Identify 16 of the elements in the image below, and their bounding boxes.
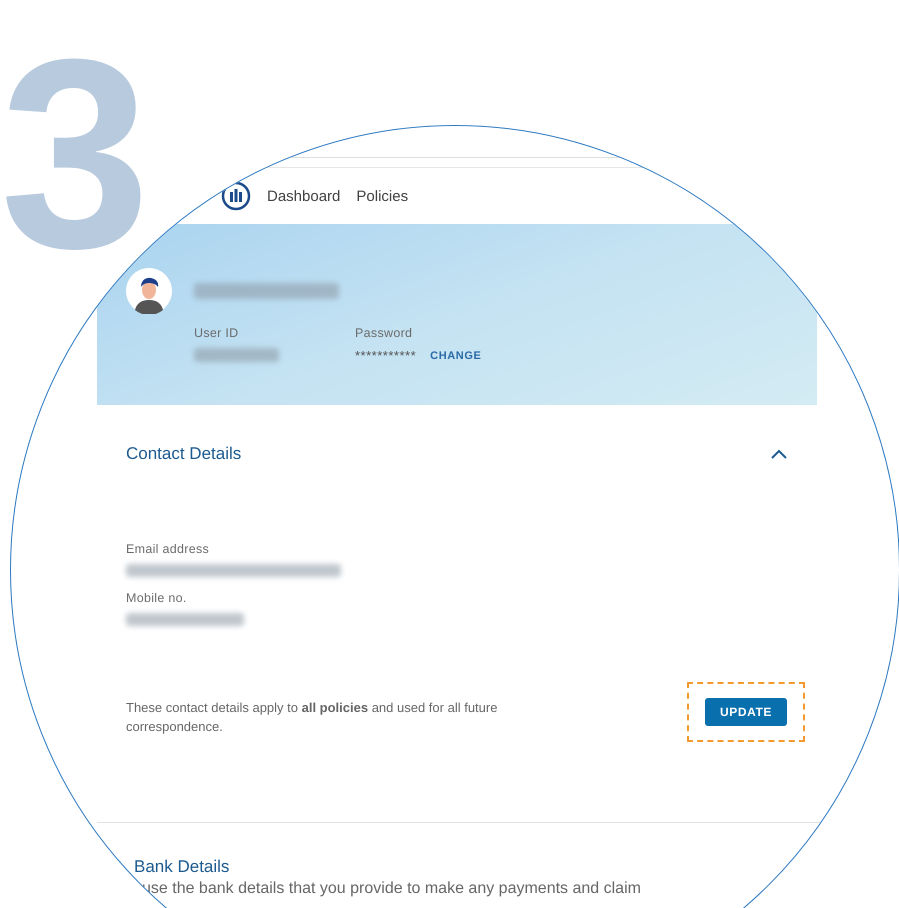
logo-icon	[221, 181, 251, 211]
nav-link[interactable]: Policies	[356, 188, 408, 204]
password-value: ***********	[355, 348, 416, 363]
update-button[interactable]: UPDATE	[704, 698, 787, 726]
section-title: Bank Details	[133, 857, 230, 877]
avatar-icon	[126, 268, 172, 314]
field-label: User ID	[194, 326, 240, 340]
field-label: Mobile no.	[126, 591, 188, 605]
field-label: Email address	[126, 542, 210, 556]
step-number: 3	[0, 20, 150, 290]
chevron-icon[interactable]	[771, 449, 787, 459]
field-label: Password	[355, 326, 414, 340]
change-link[interactable]: CHANGE	[430, 350, 482, 362]
section-title: Contact Details	[126, 444, 242, 464]
info-text: These contact details apply to all policies and used for all future correspondence.	[126, 699, 498, 736]
nav-link[interactable]: Dashboard	[267, 188, 340, 204]
